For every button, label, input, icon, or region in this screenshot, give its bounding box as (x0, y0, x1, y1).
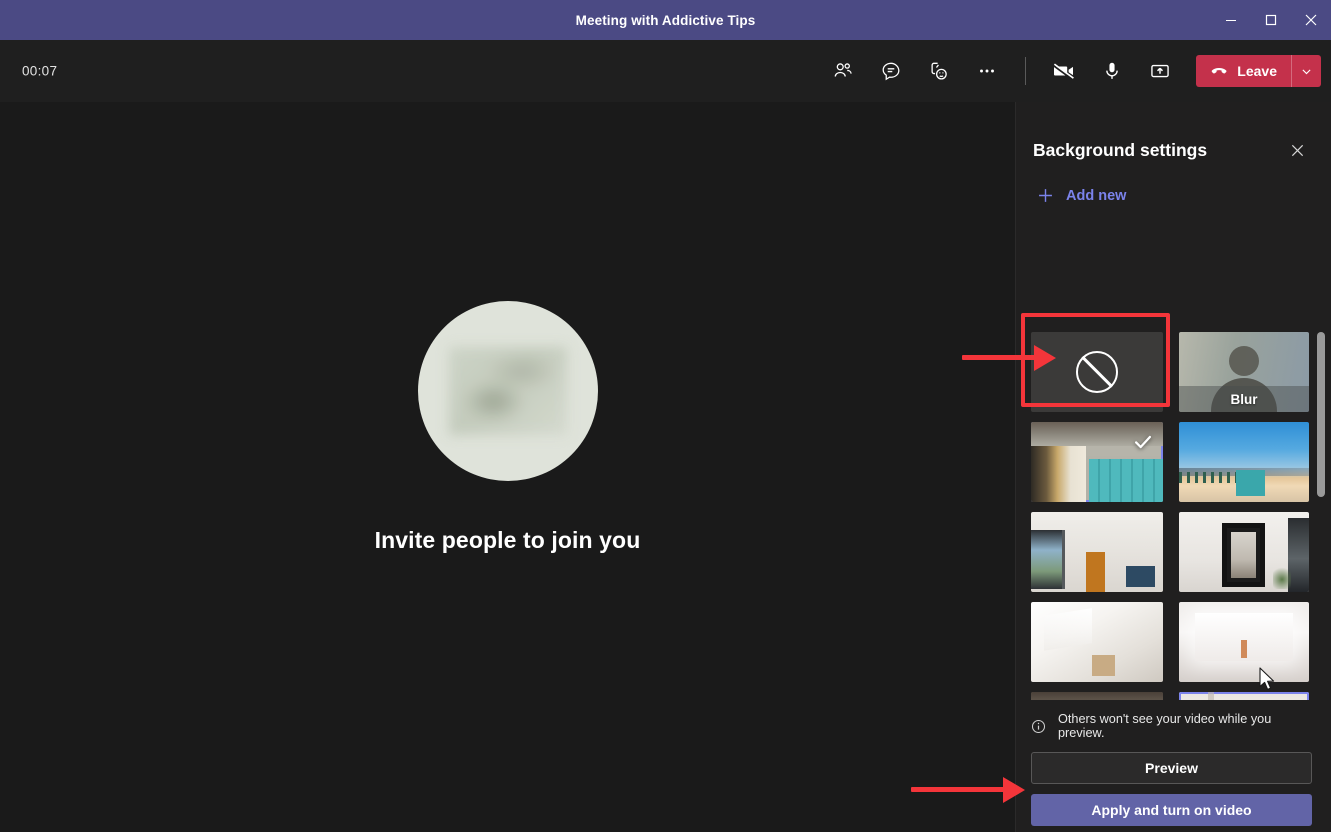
camera-off-icon[interactable] (1040, 49, 1088, 93)
close-button[interactable] (1291, 0, 1331, 40)
blur-label: Blur (1179, 392, 1309, 407)
preview-note-text: Others won't see your video while you pr… (1058, 712, 1317, 740)
toolbar-divider (1025, 57, 1026, 85)
apartment-door (1086, 552, 1104, 592)
background-option-none[interactable] (1031, 332, 1163, 412)
leave-button[interactable]: Leave (1196, 55, 1321, 87)
room-mirror-frame (1222, 523, 1265, 587)
background-option-apartment-window[interactable] (1031, 512, 1163, 592)
leave-label: Leave (1237, 63, 1277, 79)
toolbar-controls: Leave (819, 40, 1321, 102)
panel-header: Background settings (1016, 102, 1331, 162)
apartment-window-pane (1031, 530, 1065, 589)
avatar-blurred-image (449, 347, 567, 435)
preview-note: Others won't see your video while you pr… (1031, 700, 1317, 740)
maximize-button[interactable] (1251, 0, 1291, 40)
minimize-button[interactable] (1211, 0, 1251, 40)
hangup-icon (1209, 61, 1229, 81)
reactions-icon[interactable] (915, 49, 963, 93)
background-option-white-loft[interactable] (1031, 602, 1163, 682)
avatar (418, 301, 598, 481)
no-background-icon (1076, 351, 1118, 393)
background-option-room-mirror[interactable] (1179, 512, 1309, 592)
meeting-timer: 00:07 (22, 64, 57, 79)
office-monitor (1132, 479, 1161, 500)
info-icon (1031, 719, 1046, 734)
preview-button[interactable]: Preview (1031, 752, 1312, 784)
close-icon[interactable] (1285, 138, 1309, 162)
more-options-icon[interactable] (963, 49, 1011, 93)
apartment-tv (1126, 566, 1155, 587)
check-icon (1132, 431, 1154, 458)
background-option-blur[interactable]: Blur (1179, 332, 1309, 412)
plus-icon (1037, 187, 1054, 204)
background-option-office-lockers[interactable] (1031, 422, 1163, 502)
people-icon[interactable] (819, 49, 867, 93)
microphone-icon[interactable] (1088, 49, 1136, 93)
panel-scrollbar-thumb[interactable] (1317, 332, 1325, 497)
leave-main[interactable]: Leave (1196, 55, 1291, 87)
beach-lifeguard-hut (1236, 470, 1265, 496)
add-new-button[interactable]: Add new (1033, 184, 1130, 207)
window-title: Meeting with Addictive Tips (576, 13, 756, 28)
panel-footer: Others won't see your video while you pr… (1016, 700, 1331, 832)
page-title: Invite people to join you (375, 527, 641, 554)
background-option-beach-lifeguard[interactable] (1179, 422, 1309, 502)
leave-dropdown-caret[interactable] (1291, 55, 1321, 87)
room-plant (1273, 565, 1291, 589)
title-bar: Meeting with Addictive Tips (0, 0, 1331, 40)
white-room-object (1241, 640, 1246, 658)
beach-palms (1179, 472, 1239, 483)
avatar-wrap (418, 301, 598, 481)
background-settings-panel: Background settings Add new (1015, 102, 1331, 832)
window-controls (1211, 0, 1331, 40)
teams-meeting-window: Meeting with Addictive Tips 00:07 (0, 0, 1331, 832)
share-icon[interactable] (1136, 49, 1184, 93)
add-new-label: Add new (1066, 188, 1126, 204)
panel-title: Background settings (1033, 140, 1207, 161)
room-window (1288, 518, 1309, 592)
chat-icon[interactable] (867, 49, 915, 93)
apply-and-turn-on-video-button[interactable]: Apply and turn on video (1031, 794, 1312, 826)
meeting-stage: Invite people to join you (0, 102, 1015, 832)
meeting-toolbar: 00:07 (0, 40, 1331, 102)
blur-avatar-head (1229, 346, 1259, 376)
background-option-white-room[interactable] (1179, 602, 1309, 682)
loft-stair (1092, 655, 1116, 676)
